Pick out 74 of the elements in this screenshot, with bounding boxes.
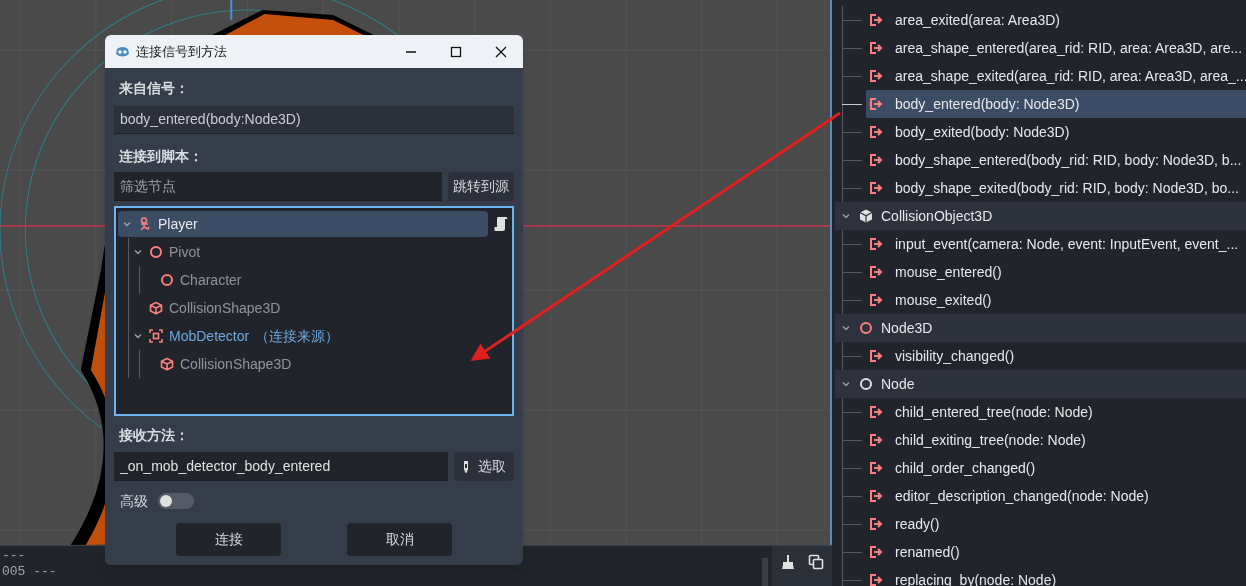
window-title: 连接信号到方法 — [136, 42, 228, 61]
chevron-icon[interactable] — [841, 211, 851, 221]
signal-field: body_entered(body:Node3D) — [114, 106, 514, 134]
dialog-button[interactable]: 连接 — [176, 523, 281, 556]
signal-icon — [870, 546, 884, 558]
maximize-icon — [449, 45, 462, 58]
signal-item[interactable]: area_exited(area: Area3D) — [866, 6, 1246, 34]
cube-icon — [149, 301, 163, 315]
signal-icon — [870, 406, 884, 418]
signal-icon — [870, 126, 884, 138]
signal-item[interactable]: ready() — [866, 510, 1246, 538]
signal-icon — [870, 574, 884, 586]
signal-icon — [870, 490, 884, 502]
signal-item[interactable]: renamed() — [866, 538, 1246, 566]
signal-icon — [870, 434, 884, 446]
circle-icon — [160, 273, 174, 287]
chevron-icon[interactable] — [841, 379, 851, 389]
robot-icon — [115, 44, 130, 59]
class-header[interactable]: Node — [835, 370, 1246, 398]
signal-item[interactable]: mouse_entered() — [866, 258, 1246, 286]
tree-item[interactable]: Player — [118, 211, 488, 237]
chevron-icon[interactable] — [122, 219, 132, 229]
signal-item[interactable]: mouse_exited() — [866, 286, 1246, 314]
signal-item[interactable]: editor_description_changed(node: Node) — [866, 482, 1246, 510]
signal-icon — [870, 70, 884, 82]
tree-item[interactable]: MobDetector （连接来源） — [129, 323, 508, 349]
advanced-switch[interactable] — [158, 493, 194, 509]
signal-item[interactable]: body_shape_exited(body_rid: RID, body: Node3D, bo... — [866, 174, 1246, 202]
class-header[interactable]: Node3D — [835, 314, 1246, 342]
signal-icon — [870, 462, 884, 474]
signal-item[interactable]: body_exited(body: Node3D) — [866, 118, 1246, 146]
signal-icon — [870, 518, 884, 530]
signal-icon — [870, 154, 884, 166]
filter-field[interactable]: 筛选节点 — [114, 172, 442, 201]
broom-icon[interactable] — [780, 554, 796, 570]
section-label: 接收方法： — [118, 426, 190, 445]
signal-icon — [870, 350, 884, 362]
cube-icon — [160, 357, 174, 371]
script-icon[interactable] — [494, 216, 508, 232]
signal-icon — [870, 98, 884, 110]
circle-icon — [149, 245, 163, 259]
signal-item[interactable]: input_event(camera: Node, event: InputEvent, event_... — [866, 230, 1246, 258]
advanced-label: 高级 — [120, 491, 148, 511]
goto-source-button[interactable]: 跳转到源 — [448, 172, 514, 201]
method-field[interactable]: _on_mob_detector_body_entered — [114, 452, 448, 481]
figure-icon — [138, 217, 152, 231]
signal-item[interactable]: area_shape_entered(area_rid: RID, area: Area3D, are... — [866, 34, 1246, 62]
signal-item[interactable]: child_order_changed() — [866, 454, 1246, 482]
pick-button[interactable]: 选取 — [454, 452, 514, 481]
output-line: --- — [2, 548, 27, 564]
copy-icon[interactable] — [808, 554, 824, 570]
signal-icon — [870, 294, 884, 306]
signal-item[interactable]: child_exiting_tree(node: Node) — [866, 426, 1246, 454]
signal-item[interactable]: visibility_changed() — [866, 342, 1246, 370]
chevron-icon[interactable] — [841, 323, 851, 333]
dialog-button[interactable]: 取消 — [347, 523, 452, 556]
pipette-icon — [462, 459, 470, 474]
chevron-icon[interactable] — [133, 331, 143, 341]
signal-icon — [870, 182, 884, 194]
close-icon — [494, 45, 507, 58]
output-line: 005 --- — [2, 564, 58, 580]
signal-icon — [870, 42, 884, 54]
signal-item[interactable]: area_shape_exited(area_rid: RID, area: Area3D, area_... — [866, 62, 1246, 90]
signal-icon — [870, 14, 884, 26]
section-label: 来自信号： — [118, 79, 190, 98]
signal-item[interactable]: child_entered_tree(node: Node) — [866, 398, 1246, 426]
class-header[interactable]: CollisionObject3D — [835, 202, 1246, 230]
signal-icon — [870, 238, 884, 250]
signal-icon — [870, 266, 884, 278]
scrollbar[interactable] — [762, 558, 768, 586]
area-icon — [149, 329, 163, 343]
section-label: 连接到脚本： — [118, 147, 204, 166]
signal-item[interactable]: body_entered(body: Node3D) — [866, 90, 1246, 118]
signal-item[interactable]: body_shape_entered(body_rid: RID, body: Node3D, b... — [866, 146, 1246, 174]
